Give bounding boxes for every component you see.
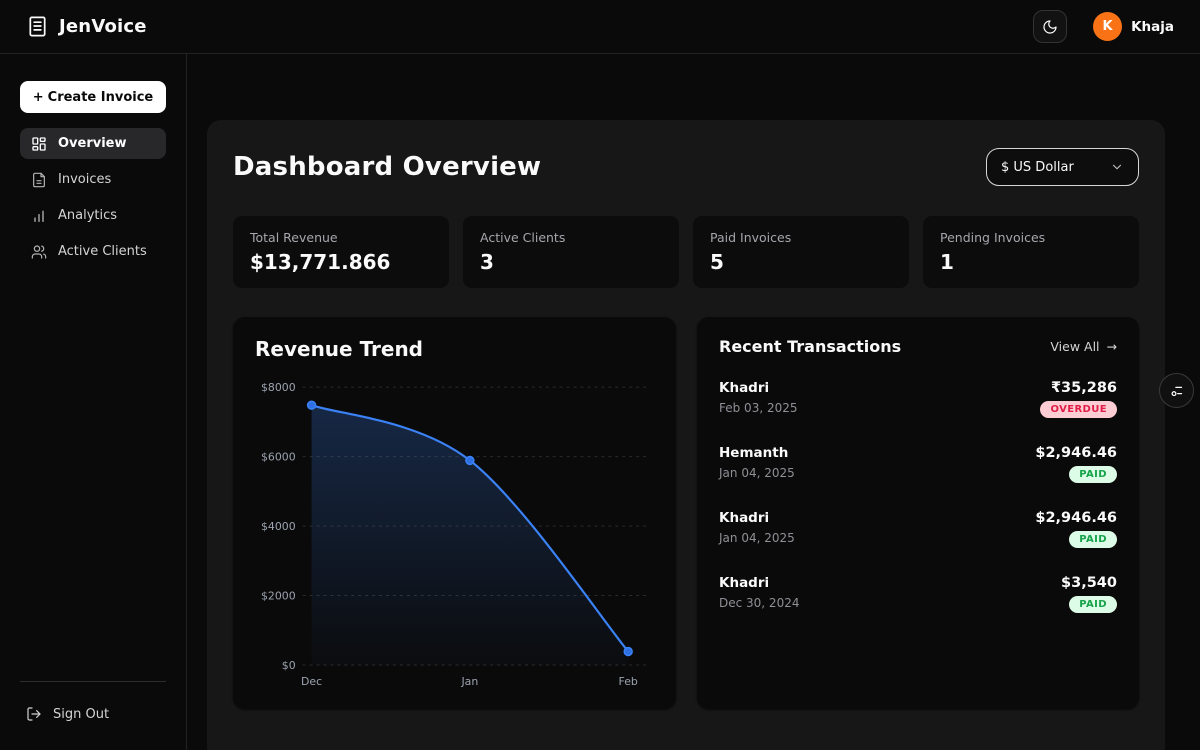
- stats-row: Total Revenue $13,771.866 Active Clients…: [233, 216, 1139, 288]
- users-icon: [31, 244, 47, 260]
- sidebar-item-analytics[interactable]: Analytics: [20, 200, 166, 231]
- avatar: K: [1093, 12, 1122, 41]
- theme-toggle-button[interactable]: [1033, 10, 1067, 43]
- transaction-row[interactable]: Khadri Dec 30, 2024 $3,540 PAID: [719, 575, 1117, 613]
- bar-chart-icon: [31, 208, 47, 224]
- top-header: JenVoice K Khaja: [0, 0, 1200, 54]
- transaction-row[interactable]: Khadri Feb 03, 2025 ₹35,286 OVERDUE: [719, 380, 1117, 418]
- stat-card-paid-invoices: Paid Invoices 5: [693, 216, 909, 288]
- log-out-icon: [26, 706, 42, 722]
- svg-text:$2000: $2000: [261, 590, 296, 603]
- currency-select[interactable]: $ US Dollar: [986, 148, 1139, 186]
- stat-card-active-clients: Active Clients 3: [463, 216, 679, 288]
- svg-text:$8000: $8000: [261, 381, 296, 394]
- svg-text:Jan: Jan: [460, 675, 478, 688]
- sidebar-item-label: Overview: [58, 136, 127, 151]
- revenue-trend-card: Revenue Trend $8000 $6000 $4000 $2000 $0 Dec J…: [233, 317, 676, 709]
- svg-text:Dec: Dec: [301, 675, 322, 688]
- user-name: Khaja: [1131, 19, 1174, 35]
- main-content: Dashboard Overview $ US Dollar Total Rev…: [187, 54, 1200, 750]
- sign-out-button[interactable]: Sign Out: [20, 700, 166, 728]
- file-text-icon: [31, 172, 47, 188]
- transactions-list: Khadri Feb 03, 2025 ₹35,286 OVERDUE Hema…: [719, 380, 1117, 613]
- create-invoice-button[interactable]: + Create Invoice: [20, 81, 166, 113]
- transaction-row[interactable]: Hemanth Jan 04, 2025 $2,946.46 PAID: [719, 445, 1117, 483]
- sidebar-item-label: Active Clients: [58, 244, 147, 259]
- invoice-logo-icon: [26, 15, 49, 38]
- stat-card-pending-invoices: Pending Invoices 1: [923, 216, 1139, 288]
- revenue-trend-title: Revenue Trend: [255, 337, 654, 361]
- moon-icon: [1042, 19, 1058, 35]
- status-badge: OVERDUE: [1040, 401, 1117, 418]
- chevron-down-icon: [1110, 160, 1124, 174]
- svg-text:Feb: Feb: [619, 675, 638, 688]
- status-badge: PAID: [1069, 596, 1117, 613]
- page-title: Dashboard Overview: [233, 152, 541, 182]
- transaction-row[interactable]: Khadri Jan 04, 2025 $2,946.46 PAID: [719, 510, 1117, 548]
- arrow-right-icon: →: [1107, 339, 1117, 354]
- settings-fab[interactable]: [1159, 373, 1194, 408]
- user-menu[interactable]: K Khaja: [1093, 12, 1174, 41]
- stat-card-total-revenue: Total Revenue $13,771.866: [233, 216, 449, 288]
- sidebar-item-active-clients[interactable]: Active Clients: [20, 236, 166, 267]
- status-badge: PAID: [1069, 466, 1117, 483]
- dashboard-panel: Dashboard Overview $ US Dollar Total Rev…: [207, 120, 1165, 750]
- brand: JenVoice: [26, 15, 147, 38]
- transactions-title: Recent Transactions: [719, 337, 901, 356]
- revenue-trend-chart: $8000 $6000 $4000 $2000 $0 Dec Jan Feb: [255, 371, 654, 701]
- plus-icon: +: [33, 90, 44, 105]
- sidebar-item-label: Analytics: [58, 208, 117, 223]
- view-all-link[interactable]: View All →: [1050, 339, 1117, 354]
- svg-text:$0: $0: [282, 659, 296, 672]
- sidebar-item-overview[interactable]: Overview: [20, 128, 166, 159]
- brand-name: JenVoice: [59, 16, 147, 37]
- dashboard-grid-icon: [31, 136, 47, 152]
- sidebar-nav: Overview Invoices Analytics: [20, 128, 166, 267]
- sidebar-divider: [20, 681, 166, 682]
- status-badge: PAID: [1069, 531, 1117, 548]
- svg-text:$4000: $4000: [261, 520, 296, 533]
- sidebar-item-label: Invoices: [58, 172, 111, 187]
- sidebar-item-invoices[interactable]: Invoices: [20, 164, 166, 195]
- sidebar: + Create Invoice Overview Invoices: [0, 54, 187, 750]
- svg-text:$6000: $6000: [261, 451, 296, 464]
- recent-transactions-card: Recent Transactions View All → Khadri Fe…: [697, 317, 1139, 709]
- sliders-icon: [1169, 383, 1184, 398]
